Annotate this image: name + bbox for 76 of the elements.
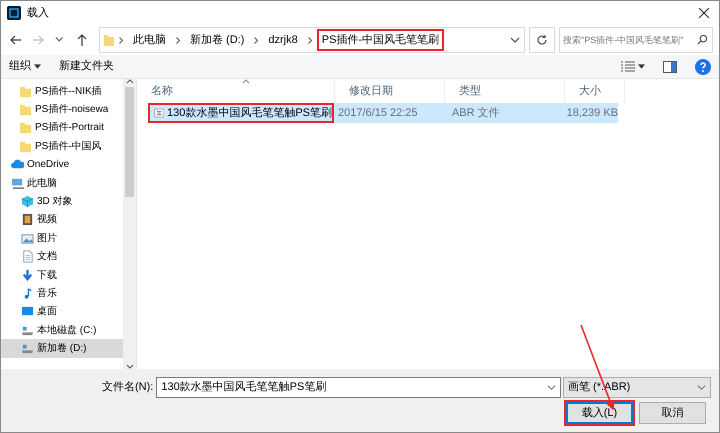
window-title: 载入 (27, 6, 49, 21)
dropdown-chevron-icon (547, 383, 556, 392)
sidebar-item[interactable]: 下载 (1, 266, 123, 284)
file-name: 130款水墨中国风毛笔笔触PS笔刷 (166, 106, 332, 121)
sidebar-item[interactable]: 本地磁盘 (C:) (1, 321, 123, 340)
picture-icon (21, 232, 34, 245)
sidebar-item[interactable]: 文档 (1, 248, 123, 266)
breadcrumb-item[interactable]: 新加卷 (D:) (187, 30, 248, 50)
file-icon (154, 107, 164, 119)
sidebar-item[interactable]: PS插件-中国风 (1, 137, 123, 156)
caret-icon (34, 64, 41, 69)
folder-icon (104, 34, 114, 46)
modified-date: 2017/6/15 22:25 (337, 106, 419, 121)
file-type: ABR 文件 (450, 106, 501, 121)
view-options-button[interactable] (621, 60, 645, 72)
new-folder-button[interactable]: 新建文件夹 (59, 58, 114, 75)
preview-pane-button[interactable] (663, 60, 677, 72)
refresh-button[interactable] (529, 27, 555, 53)
list-view-icon (621, 60, 635, 72)
load-button[interactable]: 载入(L) (566, 402, 633, 424)
sidebar-item[interactable]: 视频 (1, 210, 123, 230)
breadcrumb-item[interactable]: 此电脑 (130, 30, 169, 50)
dropdown-chevron-icon[interactable] (510, 35, 520, 45)
sidebar-item[interactable]: 图片 (1, 229, 123, 248)
scroll-up-icon (126, 79, 134, 84)
chevron-icon (175, 36, 181, 44)
help-icon (695, 58, 711, 74)
chevron-icon (118, 36, 124, 44)
organize-menu[interactable]: 组织 (9, 58, 41, 75)
search-field[interactable]: 搜索"PS插件-中国风毛笔笔刷" (559, 27, 713, 53)
search-icon (697, 34, 708, 45)
file-row[interactable]: 130款水墨中国风毛笔笔触PS笔刷 2017/6/15 22:25 ABR 文件 18,239 KB (148, 103, 618, 123)
up-arrow-icon (76, 34, 88, 46)
breadcrumb-item[interactable]: dzrjk8 (265, 30, 301, 50)
file-size: 18,239 KB (566, 106, 618, 121)
folder-icon (19, 121, 32, 134)
chevron-icon (306, 36, 313, 44)
sidebar-item[interactable]: 桌面 (1, 302, 123, 322)
chevron-icon (253, 36, 260, 44)
film-icon (21, 213, 34, 226)
app-icon (7, 6, 21, 20)
caret-icon (638, 64, 645, 69)
forward-arrow-icon (32, 34, 44, 46)
scrollbar[interactable] (123, 79, 136, 369)
download-arrow-icon (21, 268, 34, 282)
sidebar-item[interactable]: 3D 对象 (1, 192, 123, 211)
refresh-icon (536, 34, 548, 46)
breadcrumb-item[interactable]: PS插件-中国风毛笔笔刷 (318, 30, 442, 50)
address-bar[interactable]: 此电脑 新加卷 (D:) dzrjk8 PS插件-中国风毛笔笔刷 (99, 27, 525, 53)
drive-icon (21, 342, 34, 356)
close-icon (699, 8, 709, 18)
pane-icon (663, 60, 677, 72)
column-header[interactable]: 名称 (137, 79, 335, 103)
filename-label: 文件名(N): (102, 380, 154, 396)
cancel-button[interactable]: 取消 (639, 402, 706, 424)
scroll-down-icon (126, 364, 134, 369)
help-button[interactable] (695, 58, 711, 74)
sidebar-item[interactable]: PS插件-Portrait (1, 118, 123, 138)
folder-icon (19, 84, 32, 98)
sidebar-item[interactable]: 音乐 (1, 284, 123, 303)
sidebar-item[interactable]: OneDrive (1, 156, 123, 174)
folder-icon (19, 103, 32, 116)
cube-icon (21, 195, 34, 208)
back-arrow-icon (10, 34, 22, 46)
filename-value: 130款水墨中国风毛笔笔触PS笔刷 (161, 380, 326, 396)
sidebar-item[interactable]: 新加卷 (D:) (1, 339, 123, 358)
sidebar-item[interactable]: PS插件-noisewa (1, 100, 123, 119)
dropdown-chevron-icon (697, 383, 706, 392)
scrollbar-thumb[interactable] (125, 87, 134, 197)
folder-icon (19, 140, 32, 153)
sort-caret-icon (242, 79, 250, 84)
computer-icon (11, 176, 24, 190)
filename-field[interactable]: 130款水墨中国风毛笔笔触PS笔刷 (156, 377, 562, 398)
document-icon (21, 250, 34, 264)
sidebar-item[interactable]: 此电脑 (1, 174, 123, 192)
sidebar-item[interactable]: PS插件--NIK插 (1, 82, 123, 100)
